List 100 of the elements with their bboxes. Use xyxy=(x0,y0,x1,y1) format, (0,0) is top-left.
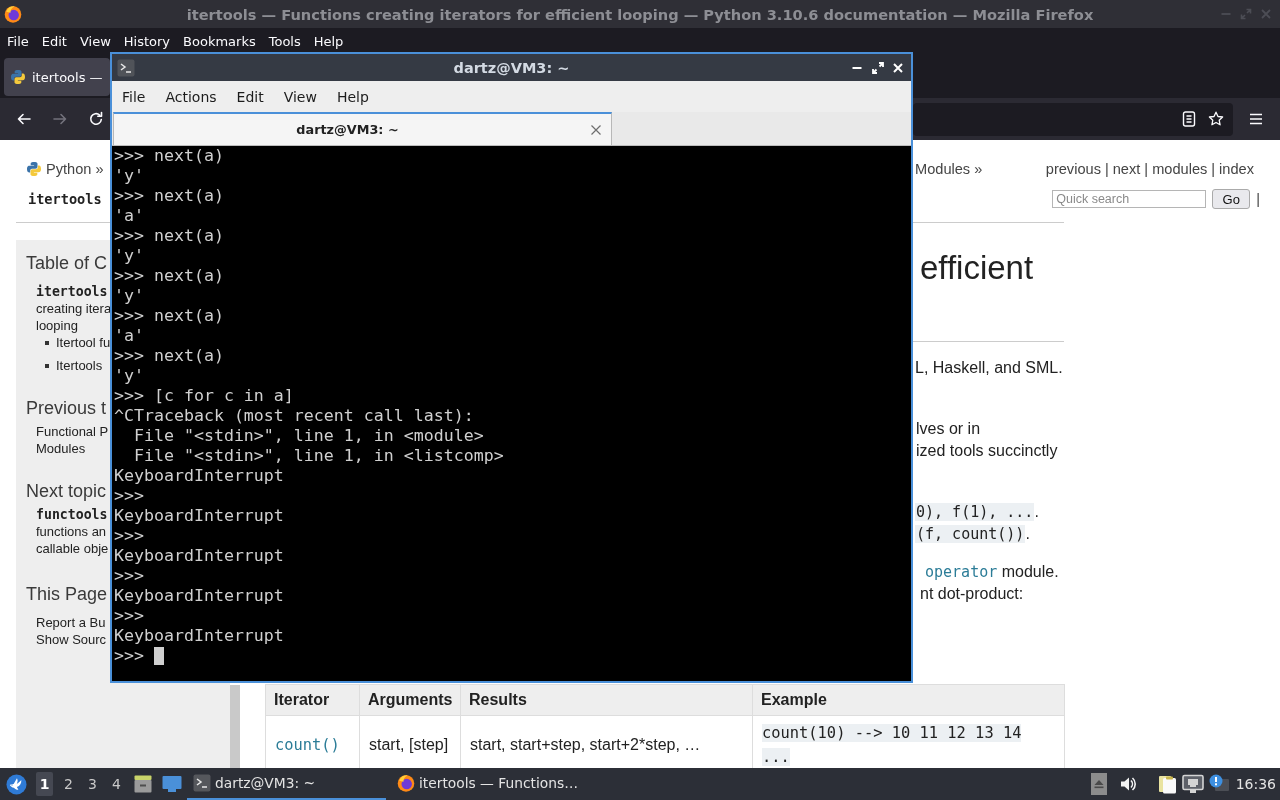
link-separator: | xyxy=(1144,161,1149,177)
nav-link[interactable]: modules xyxy=(1152,161,1208,177)
sidebar-link[interactable]: functools xyxy=(36,506,108,523)
terminal-text: File "<stdin>", line 1, in <module> xyxy=(132,426,484,446)
menu-item[interactable]: View xyxy=(273,82,327,111)
terminal-icon xyxy=(117,58,135,77)
sidebar-link[interactable]: functions an xyxy=(36,523,107,540)
notification-icon[interactable] xyxy=(1208,774,1229,794)
menu-item[interactable]: File xyxy=(0,29,36,53)
terminal-text: >>> xyxy=(114,486,144,506)
function-link[interactable]: count() xyxy=(275,733,340,757)
workspace-button[interactable]: 1 xyxy=(36,772,53,796)
workspace-button[interactable]: 4 xyxy=(108,772,125,796)
browser-tab[interactable]: itertools — xyxy=(4,58,110,96)
paragraph-text: operator module. xyxy=(925,562,1059,583)
speaker-icon[interactable] xyxy=(1118,775,1137,793)
restore-icon[interactable] xyxy=(871,61,884,74)
nav-link[interactable]: index xyxy=(1219,161,1254,177)
go-button[interactable]: Go xyxy=(1212,189,1251,209)
terminal-text: >>> xyxy=(114,526,144,546)
forward-arrow-icon xyxy=(52,111,68,127)
bird-icon[interactable] xyxy=(6,773,27,795)
sidebar-heading: Table of C xyxy=(26,252,108,275)
window-title: dartz@VM3: ~ xyxy=(453,59,570,76)
terminal-tab[interactable]: dartz@VM3: ~ xyxy=(113,112,612,145)
reader-view-icon[interactable] xyxy=(1181,111,1197,127)
terminal-text: >>> xyxy=(114,566,144,586)
reload-icon xyxy=(88,111,104,127)
terminal-text: >>> xyxy=(114,606,144,626)
menu-item[interactable]: Edit xyxy=(226,82,274,111)
sidebar-heading: Previous t xyxy=(26,397,107,420)
workspace-button[interactable]: 2 xyxy=(60,772,77,796)
bullet-icon xyxy=(45,340,49,345)
terminal-text: >>> next(a) xyxy=(114,346,224,366)
menu-item[interactable]: Tools xyxy=(262,29,308,53)
link-separator: | xyxy=(1211,161,1216,177)
sidebar-link[interactable]: creating itera xyxy=(36,300,112,317)
column-header: Results xyxy=(461,685,753,716)
terminal-text: >>> next(a) xyxy=(114,266,224,286)
sidebar-link[interactable]: Itertool fu xyxy=(56,334,111,351)
nav-link[interactable]: previous xyxy=(1045,161,1101,177)
site-logo-icon xyxy=(26,161,42,177)
address-field[interactable] xyxy=(913,102,1233,136)
sidebar-link[interactable]: Itertools xyxy=(56,357,103,374)
breadcrumb-link[interactable]: Modules » xyxy=(915,161,983,177)
search-field[interactable]: Quick search xyxy=(1052,190,1207,208)
nav-link[interactable]: next xyxy=(1112,161,1141,177)
terminal-text: KeyboardInterrupt xyxy=(114,506,284,526)
terminal-text: 'y' xyxy=(114,246,144,266)
paragraph-text: 0), f(1), .... xyxy=(915,502,1039,523)
taskbar-task[interactable]: itertools — Functions… xyxy=(391,768,586,800)
terminal-text: KeyboardInterrupt xyxy=(114,466,284,486)
terminal-text: KeyboardInterrupt xyxy=(114,586,284,606)
module-title[interactable]: itertools xyxy=(28,191,102,207)
taskbar-task[interactable]: dartz@VM3: ~ xyxy=(187,768,386,800)
terminal-text: KeyboardInterrupt xyxy=(114,626,284,646)
terminal-text: >>> next(a) xyxy=(114,186,224,206)
bookmark-star-icon[interactable] xyxy=(1208,111,1224,127)
menu-item[interactable]: Actions xyxy=(155,82,227,111)
back-arrow-icon xyxy=(16,111,32,127)
menu-item[interactable]: Bookmarks xyxy=(176,29,263,53)
paragraph-text: nt dot-product: xyxy=(920,584,1024,604)
site-logo-icon xyxy=(10,69,26,85)
sidebar-link[interactable]: Show Sourc xyxy=(36,631,107,648)
breadcrumb-link[interactable]: Python » xyxy=(46,161,104,177)
sidebar-link[interactable]: Report a Bu xyxy=(36,614,106,631)
menu-item[interactable]: History xyxy=(117,29,177,53)
menu-item[interactable]: Help xyxy=(326,82,379,111)
browser-logo-icon xyxy=(4,5,22,23)
terminal-text: 'y' xyxy=(114,366,144,386)
terminal-text: 'a' xyxy=(114,326,144,346)
network-icon[interactable] xyxy=(1181,774,1204,794)
screen-icon[interactable] xyxy=(162,775,182,793)
paragraph-text: lves or in xyxy=(916,419,981,439)
sidebar-link[interactable]: looping xyxy=(36,317,78,334)
clipboard-icon[interactable] xyxy=(1157,774,1177,794)
workspace-button[interactable]: 3 xyxy=(84,772,101,796)
paragraph-text: ized tools succinctly xyxy=(916,441,1058,461)
menu-item[interactable]: Edit xyxy=(35,29,74,53)
file-cabinet-icon[interactable] xyxy=(133,774,153,794)
eject-icon[interactable] xyxy=(1090,773,1107,795)
menu-item[interactable]: View xyxy=(73,29,118,53)
column-header: Iterator xyxy=(266,685,360,716)
browser-logo-icon xyxy=(397,774,415,792)
sidebar-link[interactable]: itertools xyxy=(36,283,108,300)
link-separator: | xyxy=(1256,191,1260,207)
sidebar-link[interactable]: callable obje xyxy=(36,540,109,557)
sidebar-link[interactable]: Functional P xyxy=(36,423,109,440)
terminal-text: KeyboardInterrupt xyxy=(114,546,284,566)
terminal-text: File "<stdin>", line 1, in <listcomp> xyxy=(132,446,504,466)
terminal-text: 'y' xyxy=(114,286,144,306)
sidebar-heading: This Page xyxy=(26,583,108,606)
column-header: Example xyxy=(753,685,1065,716)
menu-item[interactable]: File xyxy=(112,82,156,111)
menu-item[interactable]: Help xyxy=(307,29,350,53)
column-header: Arguments xyxy=(360,685,461,716)
module-link[interactable]: operator xyxy=(925,563,998,581)
terminal-icon xyxy=(193,774,211,792)
sidebar-link[interactable]: Modules xyxy=(36,440,86,457)
sidebar-heading: Next topic xyxy=(26,480,107,503)
